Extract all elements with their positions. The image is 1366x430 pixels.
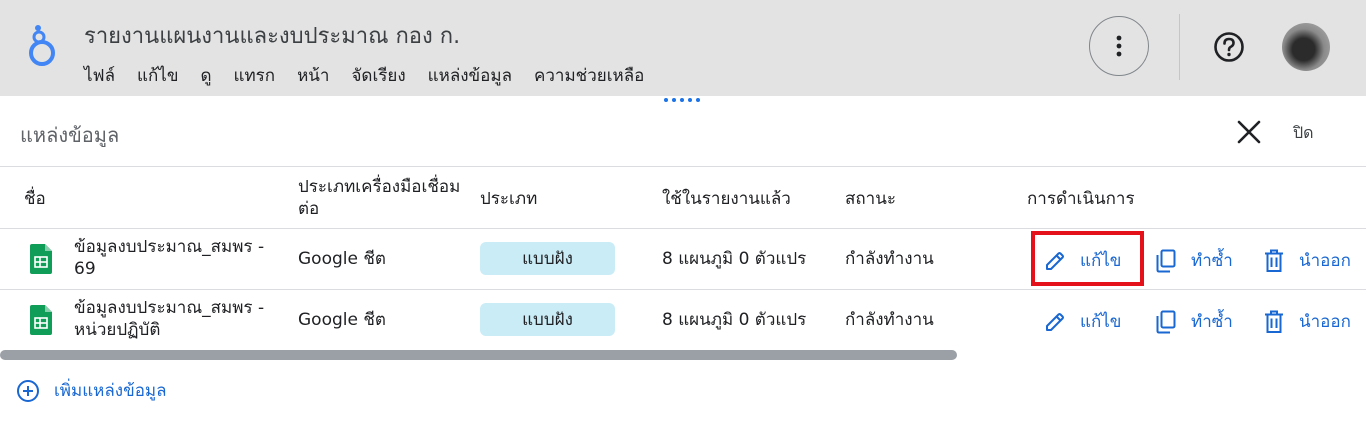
menu-file[interactable]: ไฟล์ [84,62,115,89]
menu-view[interactable]: ดู [200,62,211,89]
connector-type: Google ชีต [298,310,386,330]
connector-type: Google ชีต [298,249,386,269]
panel-drag-handle[interactable] [664,98,700,102]
type-badge: แบบฝัง [480,242,615,275]
menu-arrange[interactable]: จัดเรียง [351,62,405,89]
edit-label: แก้ไข [1080,312,1122,332]
column-header-name: ชื่อ [24,189,46,209]
divider [0,166,1366,167]
remove-label: นำออก [1299,312,1351,332]
column-header-actions: การดำเนินการ [1027,189,1135,209]
source-name[interactable]: ข้อมูลงบประมาณ_สมพร - 69 [74,236,284,280]
looker-studio-logo-icon[interactable] [24,24,58,68]
app-header: รายงานแผนงานและงบประมาณ กอง ก. ไฟล์ แก้ไ… [0,0,1366,96]
remove-button[interactable]: นำออก [1263,247,1351,274]
status-text: กำลังทำงาน [845,310,934,330]
edit-button[interactable]: แก้ไข [1044,308,1121,335]
column-header-usage: ใช้ในรายงานแล้ว [662,189,791,209]
report-title[interactable]: รายงานแผนงานและงบประมาณ กอง ก. [84,18,460,53]
duplicate-label: ทำซ้ำ [1191,312,1233,332]
panel-title: แหล่งข้อมูล [20,123,120,147]
menu-bar: ไฟล์ แก้ไข ดู แทรก หน้า จัดเรียง แหล่งข้… [84,62,666,89]
google-sheets-icon [30,244,52,274]
menu-help[interactable]: ความช่วยเหลือ [534,62,644,89]
column-header-type: ประเภท [480,189,538,209]
add-data-source-button[interactable]: เพิ่มแหล่งข้อมูล [16,377,167,404]
usage-text: 8 แผนภูมิ 0 ตัวแปร [662,310,807,330]
source-name[interactable]: ข้อมูลงบประมาณ_สมพร - หน่วยปฏิบัติ [74,297,284,341]
more-vert-icon [1116,35,1122,57]
google-sheets-icon [30,305,52,335]
horizontal-scrollbar[interactable] [0,350,957,360]
divider [0,228,1366,229]
trash-icon [1265,249,1283,272]
help-button[interactable] [1206,24,1252,70]
column-header-connector: ประเภทเครื่องมือเชื่อมต่อ [298,177,461,219]
trash-icon [1265,310,1283,333]
remove-label: นำออก [1299,251,1351,271]
copy-icon [1156,310,1176,333]
add-data-source-label: เพิ่มแหล่งข้อมูล [54,381,167,401]
duplicate-button[interactable]: ทำซ้ำ [1155,308,1233,335]
edit-highlight-box [1031,231,1144,286]
type-badge: แบบฝัง [480,303,615,336]
menu-insert[interactable]: แทรก [233,62,275,89]
header-divider [1179,14,1180,80]
help-icon [1214,32,1244,62]
menu-resource[interactable]: แหล่งข้อมูล [428,62,512,89]
menu-edit[interactable]: แก้ไข [137,62,178,89]
avatar[interactable] [1282,23,1330,71]
more-options-button[interactable] [1089,16,1149,76]
remove-button[interactable]: นำออก [1263,308,1351,335]
close-icon[interactable] [1236,119,1262,145]
edit-pencil-icon [1046,312,1064,331]
copy-icon [1156,249,1176,272]
status-text: กำลังทำงาน [845,249,934,269]
add-circle-icon [17,379,39,402]
duplicate-button[interactable]: ทำซ้ำ [1155,247,1233,274]
close-button[interactable]: ปิด [1293,121,1314,146]
duplicate-label: ทำซ้ำ [1191,251,1233,271]
usage-text: 8 แผนภูมิ 0 ตัวแปร [662,249,807,269]
menu-page[interactable]: หน้า [297,62,329,89]
divider [0,289,1366,290]
column-header-status: สถานะ [845,189,896,209]
